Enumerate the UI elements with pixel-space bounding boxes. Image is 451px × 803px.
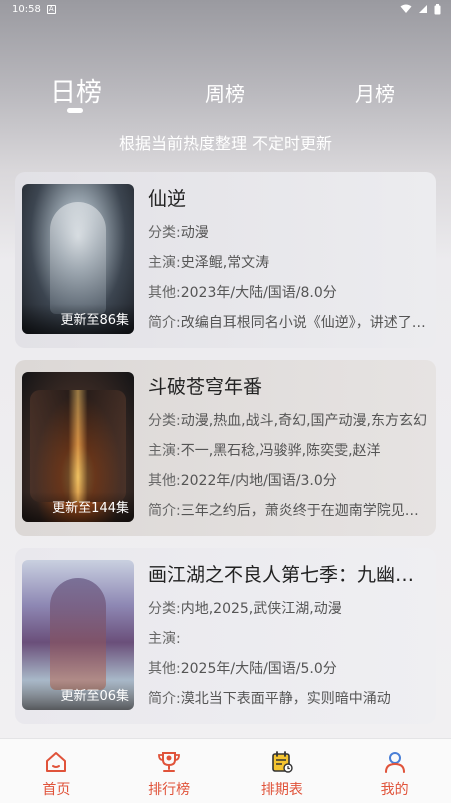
other-row: 其他:2022年/内地/国语/3.0分 xyxy=(148,466,428,496)
ranking-card[interactable]: 更新至144集 斗破苍穹年番 分类:动漫,热血,战斗,奇幻,国产动漫,东方玄幻 … xyxy=(15,360,436,536)
card-title: 画江湖之不良人第七季：九幽玄天 xyxy=(148,564,428,586)
intro-value: 改编自耳根同名小说《仙逆》，讲述了乡村平凡少年王林 xyxy=(180,315,428,331)
cast-label: 主演: xyxy=(148,255,181,271)
cast-value: 史泽鲲,常文涛 xyxy=(180,255,270,271)
category-label: 分类: xyxy=(148,601,181,617)
intro-label: 简介: xyxy=(148,503,181,519)
other-value: 2023年/大陆/国语/8.0分 xyxy=(180,285,337,301)
status-bar: 10:58 A xyxy=(0,0,451,18)
cast-label: 主演: xyxy=(148,631,181,647)
poster-artwork xyxy=(50,578,106,690)
poster-image[interactable]: 更新至06集 xyxy=(22,560,134,710)
cast-row: 主演:不一,黑石稔,冯骏骅,陈奕雯,赵洋 xyxy=(148,436,428,466)
intro-value: 漠北当下表面平静，实则暗中涌动 xyxy=(180,691,391,707)
status-time: 10:58 xyxy=(12,3,41,15)
poster-image[interactable]: 更新至86集 xyxy=(22,184,134,334)
ranking-subtitle: 根据当前热度整理 不定时更新 xyxy=(118,134,333,153)
category-row: 分类:动漫 xyxy=(148,218,428,248)
nav-mine[interactable]: 我的 xyxy=(338,739,451,803)
category-value: 动漫,热血,战斗,奇幻,国产动漫,东方玄幻 xyxy=(180,413,427,429)
cast-label: 主演: xyxy=(148,443,181,459)
intro-row: 简介:漠北当下表面平静，实则暗中涌动 xyxy=(148,684,428,714)
nav-mine-label: 我的 xyxy=(380,782,409,798)
nav-home-label: 首页 xyxy=(42,782,71,798)
poster-artwork xyxy=(30,390,126,502)
other-row: 其他:2023年/大陆/国语/8.0分 xyxy=(148,278,428,308)
notification-a-icon: A xyxy=(46,4,56,14)
other-value: 2022年/内地/国语/3.0分 xyxy=(180,473,337,489)
other-label: 其他: xyxy=(148,285,181,301)
other-label: 其他: xyxy=(148,473,181,489)
user-icon xyxy=(384,752,405,773)
card-info: 画江湖之不良人第七季：九幽玄天 分类:内地,2025,武侠江湖,动漫 主演: 其… xyxy=(148,562,428,714)
calendar-icon xyxy=(272,751,293,773)
tab-monthly[interactable]: 月榜 xyxy=(355,78,395,107)
nav-ranking[interactable]: 排行榜 xyxy=(113,739,226,803)
cast-row: 主演: xyxy=(148,624,428,654)
episode-badge: 更新至86集 xyxy=(60,313,129,328)
card-title: 仙逆 xyxy=(148,188,187,210)
intro-row: 简介:改编自耳根同名小说《仙逆》，讲述了乡村平凡少年王林 xyxy=(148,308,428,338)
wifi-icon xyxy=(400,4,412,13)
cast-row: 主演:史泽鲲,常文涛 xyxy=(148,248,428,278)
tab-daily[interactable]: 日榜 xyxy=(50,72,102,109)
battery-icon xyxy=(434,3,441,14)
poster-artwork xyxy=(50,202,106,314)
card-info: 斗破苍穹年番 分类:动漫,热血,战斗,奇幻,国产动漫,东方玄幻 主演:不一,黑石… xyxy=(148,374,428,526)
category-value: 内地,2025,武侠江湖,动漫 xyxy=(180,601,342,617)
cast-value: 不一,黑石稔,冯骏骅,陈奕雯,赵洋 xyxy=(180,443,381,459)
category-label: 分类: xyxy=(148,225,181,241)
tab-weekly[interactable]: 周榜 xyxy=(205,78,245,107)
category-row: 分类:动漫,热血,战斗,奇幻,国产动漫,东方玄幻 xyxy=(148,406,428,436)
nav-schedule-label: 排期表 xyxy=(260,782,303,798)
nav-ranking-label: 排行榜 xyxy=(148,782,191,798)
episode-badge: 更新至06集 xyxy=(60,689,129,704)
episode-badge: 更新至144集 xyxy=(52,501,129,516)
other-value: 2025年/大陆/国语/5.0分 xyxy=(180,661,337,677)
signal-icon xyxy=(419,5,427,13)
bottom-nav: 首页 排行榜 排期表 我的 xyxy=(0,738,451,803)
category-value: 动漫 xyxy=(180,225,209,241)
intro-value: 三年之约后，萧炎终于在迦南学院见到了薰儿 xyxy=(180,503,428,519)
home-icon xyxy=(46,752,67,772)
intro-label: 简介: xyxy=(148,691,181,707)
status-left: 10:58 A xyxy=(12,4,56,15)
card-info: 仙逆 分类:动漫 主演:史泽鲲,常文涛 其他:2023年/大陆/国语/8.0分 … xyxy=(148,186,428,338)
ranking-card[interactable]: 更新至86集 仙逆 分类:动漫 主演:史泽鲲,常文涛 其他:2023年/大陆/国… xyxy=(15,172,436,348)
ranking-tabs: 日榜 周榜 月榜 xyxy=(0,70,451,120)
nav-home[interactable]: 首页 xyxy=(0,739,113,803)
status-right xyxy=(400,3,441,15)
category-label: 分类: xyxy=(148,413,181,429)
trophy-icon xyxy=(158,752,181,772)
active-tab-indicator xyxy=(67,108,83,113)
intro-label: 简介: xyxy=(148,315,181,331)
category-row: 分类:内地,2025,武侠江湖,动漫 xyxy=(148,594,428,624)
other-row: 其他:2025年/大陆/国语/5.0分 xyxy=(148,654,428,684)
nav-schedule[interactable]: 排期表 xyxy=(226,739,339,803)
ranking-card[interactable]: 更新至06集 画江湖之不良人第七季：九幽玄天 分类:内地,2025,武侠江湖,动… xyxy=(15,548,436,724)
card-title: 斗破苍穹年番 xyxy=(148,376,263,398)
poster-image[interactable]: 更新至144集 xyxy=(22,372,134,522)
intro-row: 简介:三年之约后，萧炎终于在迦南学院见到了薰儿 xyxy=(148,496,428,526)
other-label: 其他: xyxy=(148,661,181,677)
